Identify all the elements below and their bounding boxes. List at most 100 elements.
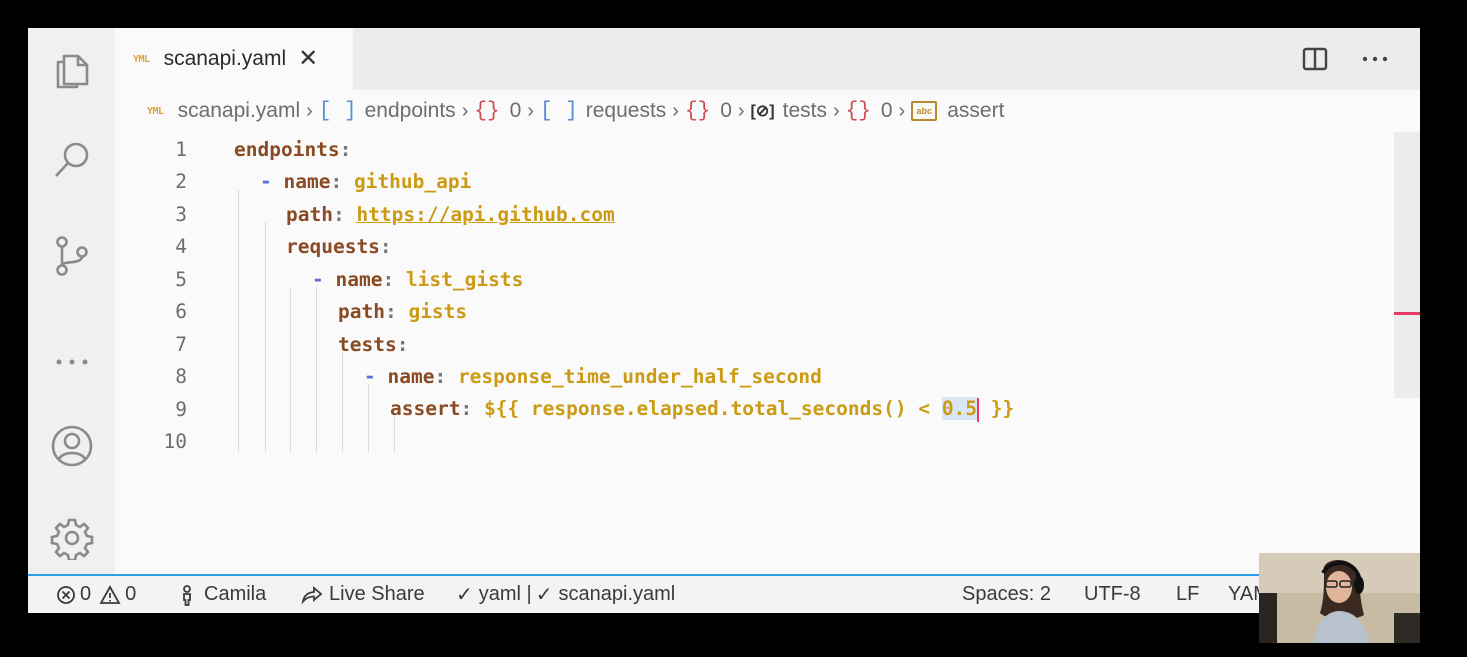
explorer-icon[interactable] — [28, 38, 115, 102]
status-bar: 0 0 Camila Live Share ✓ yaml | ✓ scanapi… — [28, 574, 1420, 613]
array-symbol-icon: [ ] — [539, 99, 578, 123]
indent-guide — [316, 287, 317, 452]
indent-guide — [265, 222, 266, 452]
line-number: 1 — [175, 137, 187, 161]
user-name: Camila — [204, 583, 267, 605]
yaml-value: ${{ response.elapsed.total_seconds() < — [483, 397, 942, 420]
line-number: 5 — [175, 267, 187, 291]
namespace-symbol-icon: [⊘] — [750, 103, 775, 120]
line-number: 8 — [175, 365, 187, 389]
vscode-window: YML scanapi.yaml ✕ YML scanapi.yaml › [ … — [28, 28, 1420, 613]
line-number: 9 — [175, 397, 187, 421]
breadcrumb-tests-0[interactable]: {} 0 — [846, 99, 893, 123]
vertical-scrollbar[interactable] — [1394, 132, 1420, 398]
more-actions-icon[interactable] — [1358, 42, 1392, 76]
object-symbol-icon: {} — [845, 99, 871, 123]
chevron-right-icon: › — [898, 99, 906, 122]
yaml-key: name — [283, 170, 331, 194]
indent-guide — [368, 384, 369, 452]
search-icon[interactable] — [28, 128, 115, 192]
yaml-key: name — [387, 365, 435, 389]
breadcrumb: YML scanapi.yaml › [ ] endpoints › {} 0 … — [115, 90, 1420, 132]
user-indicator[interactable]: Camila — [180, 583, 266, 606]
warning-icon — [99, 584, 121, 604]
yaml-key: tests — [338, 332, 397, 356]
breadcrumb-label: assert — [947, 99, 1005, 122]
settings-gear-icon[interactable] — [28, 506, 115, 570]
yaml-key: assert — [390, 397, 461, 420]
yaml-key: requests — [286, 235, 380, 259]
indent-guide — [290, 287, 291, 452]
yaml-colon: : — [460, 397, 484, 420]
selection-highlight: 0.5 — [941, 397, 978, 420]
line-content: - name: list_gists — [312, 268, 523, 291]
check-icon: ✓ — [535, 584, 553, 606]
chevron-right-icon: › — [672, 99, 679, 122]
line-content: path: gists — [338, 300, 467, 323]
breadcrumb-label: requests — [585, 99, 667, 122]
chevron-right-icon: › — [461, 99, 469, 122]
yaml-value: gists — [408, 300, 468, 324]
yaml-colon: : — [434, 365, 458, 389]
yaml-value: response_time_under_half_second — [457, 365, 822, 389]
yaml-check-label: yaml | — [478, 583, 532, 605]
breadcrumb-requests-0[interactable]: {} 0 — [685, 99, 732, 123]
object-symbol-icon: {} — [474, 99, 500, 123]
line-content: endpoints: — [234, 138, 351, 161]
breadcrumb-tests[interactable]: [⊘] tests — [751, 99, 827, 123]
yaml-colon: : — [384, 300, 409, 324]
source-control-icon[interactable] — [28, 224, 115, 288]
breadcrumb-label: 0 — [509, 99, 522, 122]
array-symbol-icon: [ ] — [318, 99, 357, 123]
breadcrumb-endpoints[interactable]: [ ] endpoints — [319, 99, 456, 123]
yaml-key: path — [286, 202, 333, 226]
yaml-dash: - — [364, 365, 388, 389]
live-share-icon — [301, 585, 323, 605]
indentation-selector[interactable]: Spaces: 2 — [962, 583, 1051, 606]
encoding-label: UTF-8 — [1084, 583, 1141, 605]
line-content: - name: response_time_under_half_second — [364, 365, 822, 388]
encoding-selector[interactable]: UTF-8 — [1084, 583, 1141, 606]
live-share-button[interactable]: Live Share — [300, 583, 425, 606]
breadcrumb-requests[interactable]: [ ] requests — [540, 99, 666, 123]
spaces-label: Spaces: 2 — [962, 583, 1051, 605]
yaml-colon: : — [379, 235, 392, 259]
yaml-value: list_gists — [405, 267, 524, 291]
yaml-dash: - — [312, 267, 336, 291]
indent-guide — [238, 190, 239, 452]
close-icon[interactable]: ✕ — [298, 47, 318, 71]
line-number: 4 — [175, 235, 187, 259]
split-editor-icon[interactable] — [1298, 42, 1332, 76]
line-content: assert: ${{ response.elapsed.total_secon… — [390, 397, 1014, 422]
yaml-colon: : — [330, 170, 354, 194]
line-number: 6 — [175, 300, 187, 324]
url-link[interactable]: https://api.github.com — [356, 203, 614, 226]
breadcrumb-label: 0 — [720, 99, 732, 122]
account-icon[interactable] — [28, 414, 115, 478]
breadcrumb-assert[interactable]: abc assert — [911, 99, 1004, 123]
presenter-video-image — [1259, 553, 1420, 643]
yaml-validation-indicator[interactable]: ✓ yaml | ✓ scanapi.yaml — [456, 582, 675, 607]
problems-indicator[interactable]: 0 0 — [56, 583, 136, 606]
more-icon[interactable] — [28, 320, 115, 384]
yaml-colon: : — [332, 202, 357, 226]
breadcrumb-endpoints-0[interactable]: {} 0 — [474, 99, 521, 123]
activity-bar — [28, 28, 115, 574]
breadcrumb-label: endpoints — [364, 99, 456, 122]
tab-bar: YML scanapi.yaml ✕ — [115, 28, 1420, 90]
tab-title: scanapi.yaml — [163, 47, 287, 70]
breadcrumb-file[interactable]: YML scanapi.yaml — [147, 99, 300, 123]
live-share-label: Live Share — [329, 583, 425, 605]
code-editor[interactable]: 1 endpoints: 2 - name: github_api 3 path… — [115, 132, 1420, 574]
scrollbar-cursor-marker — [1394, 312, 1420, 315]
breadcrumb-label: scanapi.yaml — [177, 99, 301, 122]
eol-selector[interactable]: LF — [1176, 583, 1199, 606]
line-number: 10 — [163, 430, 187, 454]
tab-scanapi-yaml[interactable]: YML scanapi.yaml ✕ — [115, 28, 353, 90]
line-content: requests: — [286, 235, 392, 258]
string-symbol-icon: abc — [911, 101, 938, 121]
yaml-key: endpoints — [234, 137, 340, 161]
check-icon: ✓ — [456, 584, 473, 606]
line-content: path: https://api.github.com — [286, 203, 615, 226]
person-icon — [183, 584, 191, 606]
